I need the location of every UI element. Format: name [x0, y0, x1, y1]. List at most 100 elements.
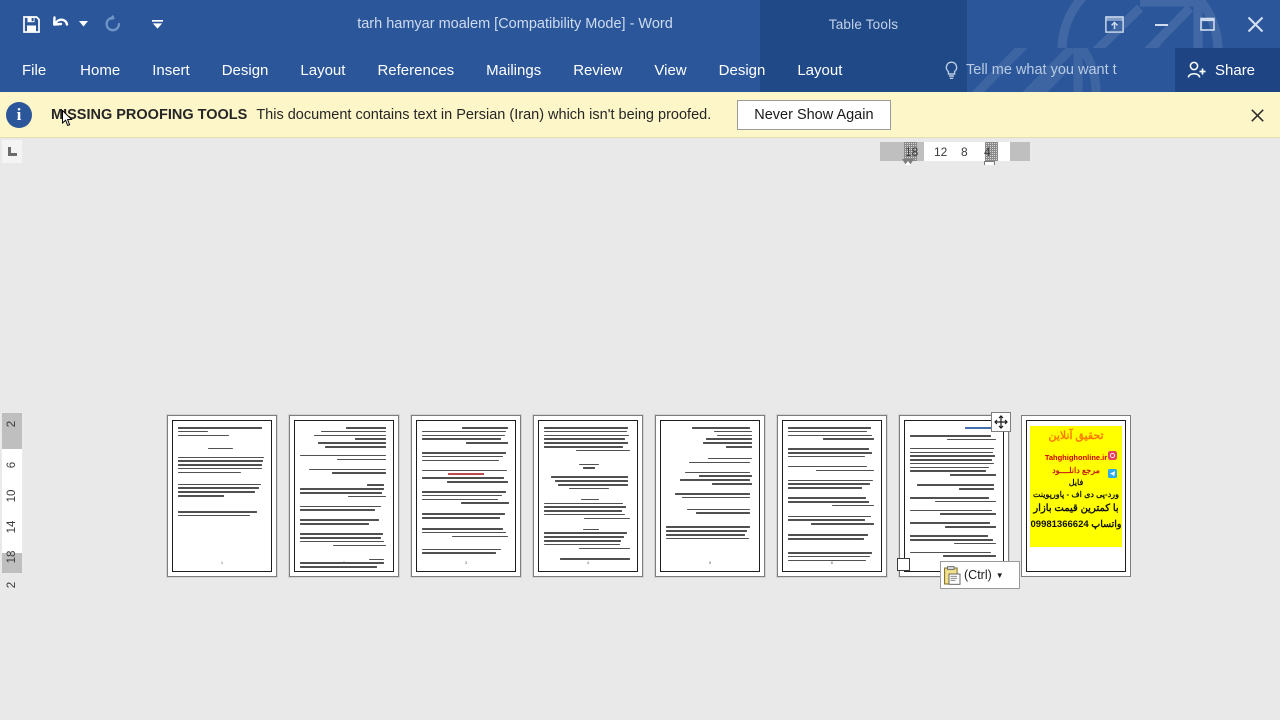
page-text-lines: [910, 427, 998, 559]
tab-mailings[interactable]: Mailings: [470, 48, 557, 92]
page-strip: 1 2 3 4 5 6 تحقیق آنلاین Tahghighonline.…: [167, 415, 1131, 577]
page-content: 3: [416, 420, 516, 572]
page-text-lines: [422, 427, 510, 556]
advert-line-5: 09981366624 واتساپ: [1030, 519, 1122, 530]
undo-dropdown[interactable]: [76, 9, 90, 39]
message-bar-close-button[interactable]: [1242, 92, 1272, 138]
title-bar: Table Tools tarh hamyar moalem [Compatib…: [0, 0, 1280, 48]
close-icon: [1250, 108, 1264, 122]
left-tab-stop-icon: [8, 147, 17, 156]
redo-button[interactable]: [98, 9, 128, 39]
ruler-tick-4: 4: [984, 144, 991, 159]
table-resize-handle[interactable]: [897, 558, 910, 571]
mouse-cursor: [62, 110, 73, 127]
page-number: 4: [586, 560, 590, 565]
instagram-icon: [1108, 451, 1117, 460]
chevron-down-bar-icon: [151, 19, 163, 29]
close-button[interactable]: [1230, 0, 1280, 48]
page-number: 1: [220, 560, 224, 565]
never-show-again-button[interactable]: Never Show Again: [737, 99, 891, 130]
tab-stop-selector[interactable]: [2, 140, 23, 163]
page-text-lines: [544, 427, 632, 562]
document-page[interactable]: 3: [411, 415, 521, 577]
document-page-advert[interactable]: تحقیق آنلاین Tahghighonline.ir مرجع دانل…: [1021, 415, 1131, 577]
chevron-down-icon[interactable]: ▼: [996, 571, 1004, 580]
lightbulb-icon: [945, 60, 958, 79]
person-add-icon: [1187, 61, 1206, 78]
tab-layout[interactable]: Layout: [284, 48, 361, 92]
document-title-text: tarh hamyar moalem [Compatibility Mode] …: [357, 16, 673, 32]
ribbon-display-options-button[interactable]: [1090, 0, 1138, 48]
page-content: 1: [172, 420, 272, 572]
page-text-lines: [300, 427, 388, 570]
window-title: tarh hamyar moalem [Compatibility Mode] …: [0, 0, 1280, 48]
advert-social-icons: [1108, 448, 1120, 484]
message-bar-text: This document contains text in Persian (…: [256, 106, 712, 123]
advert-title: تحقیق آنلاین: [1048, 430, 1104, 442]
page-number: 3: [464, 560, 468, 565]
document-page[interactable]: 1: [167, 415, 277, 577]
close-icon: [1247, 16, 1263, 32]
clipboard-icon: [944, 565, 961, 585]
ruler-tick-12: 12: [934, 144, 948, 159]
vruler-tick-6: 6: [6, 461, 18, 469]
vruler-tick-2: 2: [6, 420, 18, 428]
save-button[interactable]: [16, 9, 46, 39]
customize-qat-button[interactable]: [150, 9, 164, 39]
move-cross-icon: [994, 415, 1008, 429]
table-move-handle[interactable]: [991, 412, 1011, 432]
page-content: 7: [904, 420, 1004, 572]
vruler-tick-22: 2: [6, 581, 18, 589]
page-text-lines: [178, 427, 266, 518]
restore-button[interactable]: [1184, 0, 1230, 48]
minimize-icon: [1154, 23, 1168, 26]
document-page[interactable]: 6: [777, 415, 887, 577]
share-label: Share: [1215, 61, 1256, 79]
telegram-icon: [1108, 469, 1117, 478]
page-text-lines: [788, 427, 876, 563]
missing-proofing-tools-bar: i MISSING PROOFING TOOLS This document c…: [0, 92, 1280, 138]
undo-button[interactable]: [46, 9, 76, 39]
page-content: 4: [538, 420, 638, 572]
message-bar-title: MISSING PROOFING TOOLS: [51, 106, 248, 123]
vertical-ruler[interactable]: 2 6 10 14 18 2: [2, 165, 22, 605]
tab-references[interactable]: References: [361, 48, 470, 92]
document-canvas[interactable]: 1 2 3 4 5 6 تحقیق آنلاین Tahghighonline.…: [22, 165, 1280, 720]
tab-table-layout[interactable]: Layout: [781, 48, 858, 92]
tell-me-search[interactable]: Tell me what you want t: [944, 48, 1117, 92]
paste-options-button[interactable]: (Ctrl) ▼: [940, 561, 1020, 589]
ruler-tick-8: 8: [961, 144, 968, 159]
word-window: Table Tools tarh hamyar moalem [Compatib…: [0, 0, 1280, 720]
tell-me-placeholder: Tell me what you want t: [966, 62, 1117, 78]
redo-icon: [105, 15, 121, 32]
advert-line-4: با کمترین قیمت بازار: [1033, 503, 1119, 514]
tab-review[interactable]: Review: [557, 48, 638, 92]
page-content: 5: [660, 420, 760, 572]
tab-view[interactable]: View: [638, 48, 702, 92]
page-text-lines: [666, 427, 754, 542]
tab-insert[interactable]: Insert: [136, 48, 206, 92]
document-page[interactable]: 7: [899, 415, 1009, 577]
page-number: 2: [342, 560, 346, 565]
tab-design[interactable]: Design: [206, 48, 285, 92]
vruler-tick-14: 14: [6, 520, 18, 534]
vruler-tick-labels: 2 6 10 14 18 2: [2, 413, 22, 588]
save-icon: [22, 15, 40, 33]
ruler-tick-18: 18: [905, 144, 919, 159]
quick-access-toolbar: [16, 8, 164, 40]
ribbon-tab-strip: File Home Insert Design Layout Reference…: [0, 48, 1280, 92]
page-content: تحقیق آنلاین Tahghighonline.ir مرجع دانل…: [1026, 420, 1126, 572]
tab-home[interactable]: Home: [64, 48, 136, 92]
paste-options-label: (Ctrl): [964, 568, 992, 582]
minimize-button[interactable]: [1138, 0, 1184, 48]
document-page[interactable]: 4: [533, 415, 643, 577]
tab-table-design[interactable]: Design: [703, 48, 782, 92]
chevron-down-icon: [78, 21, 88, 27]
horizontal-ruler[interactable]: 18 12 8 4: [22, 139, 1280, 170]
tab-file[interactable]: File: [0, 48, 64, 92]
document-page[interactable]: 2: [289, 415, 399, 577]
document-page[interactable]: 5: [655, 415, 765, 577]
ribbon-display-icon: [1104, 15, 1124, 33]
share-button[interactable]: Share: [1175, 48, 1280, 92]
info-icon: i: [6, 101, 32, 128]
